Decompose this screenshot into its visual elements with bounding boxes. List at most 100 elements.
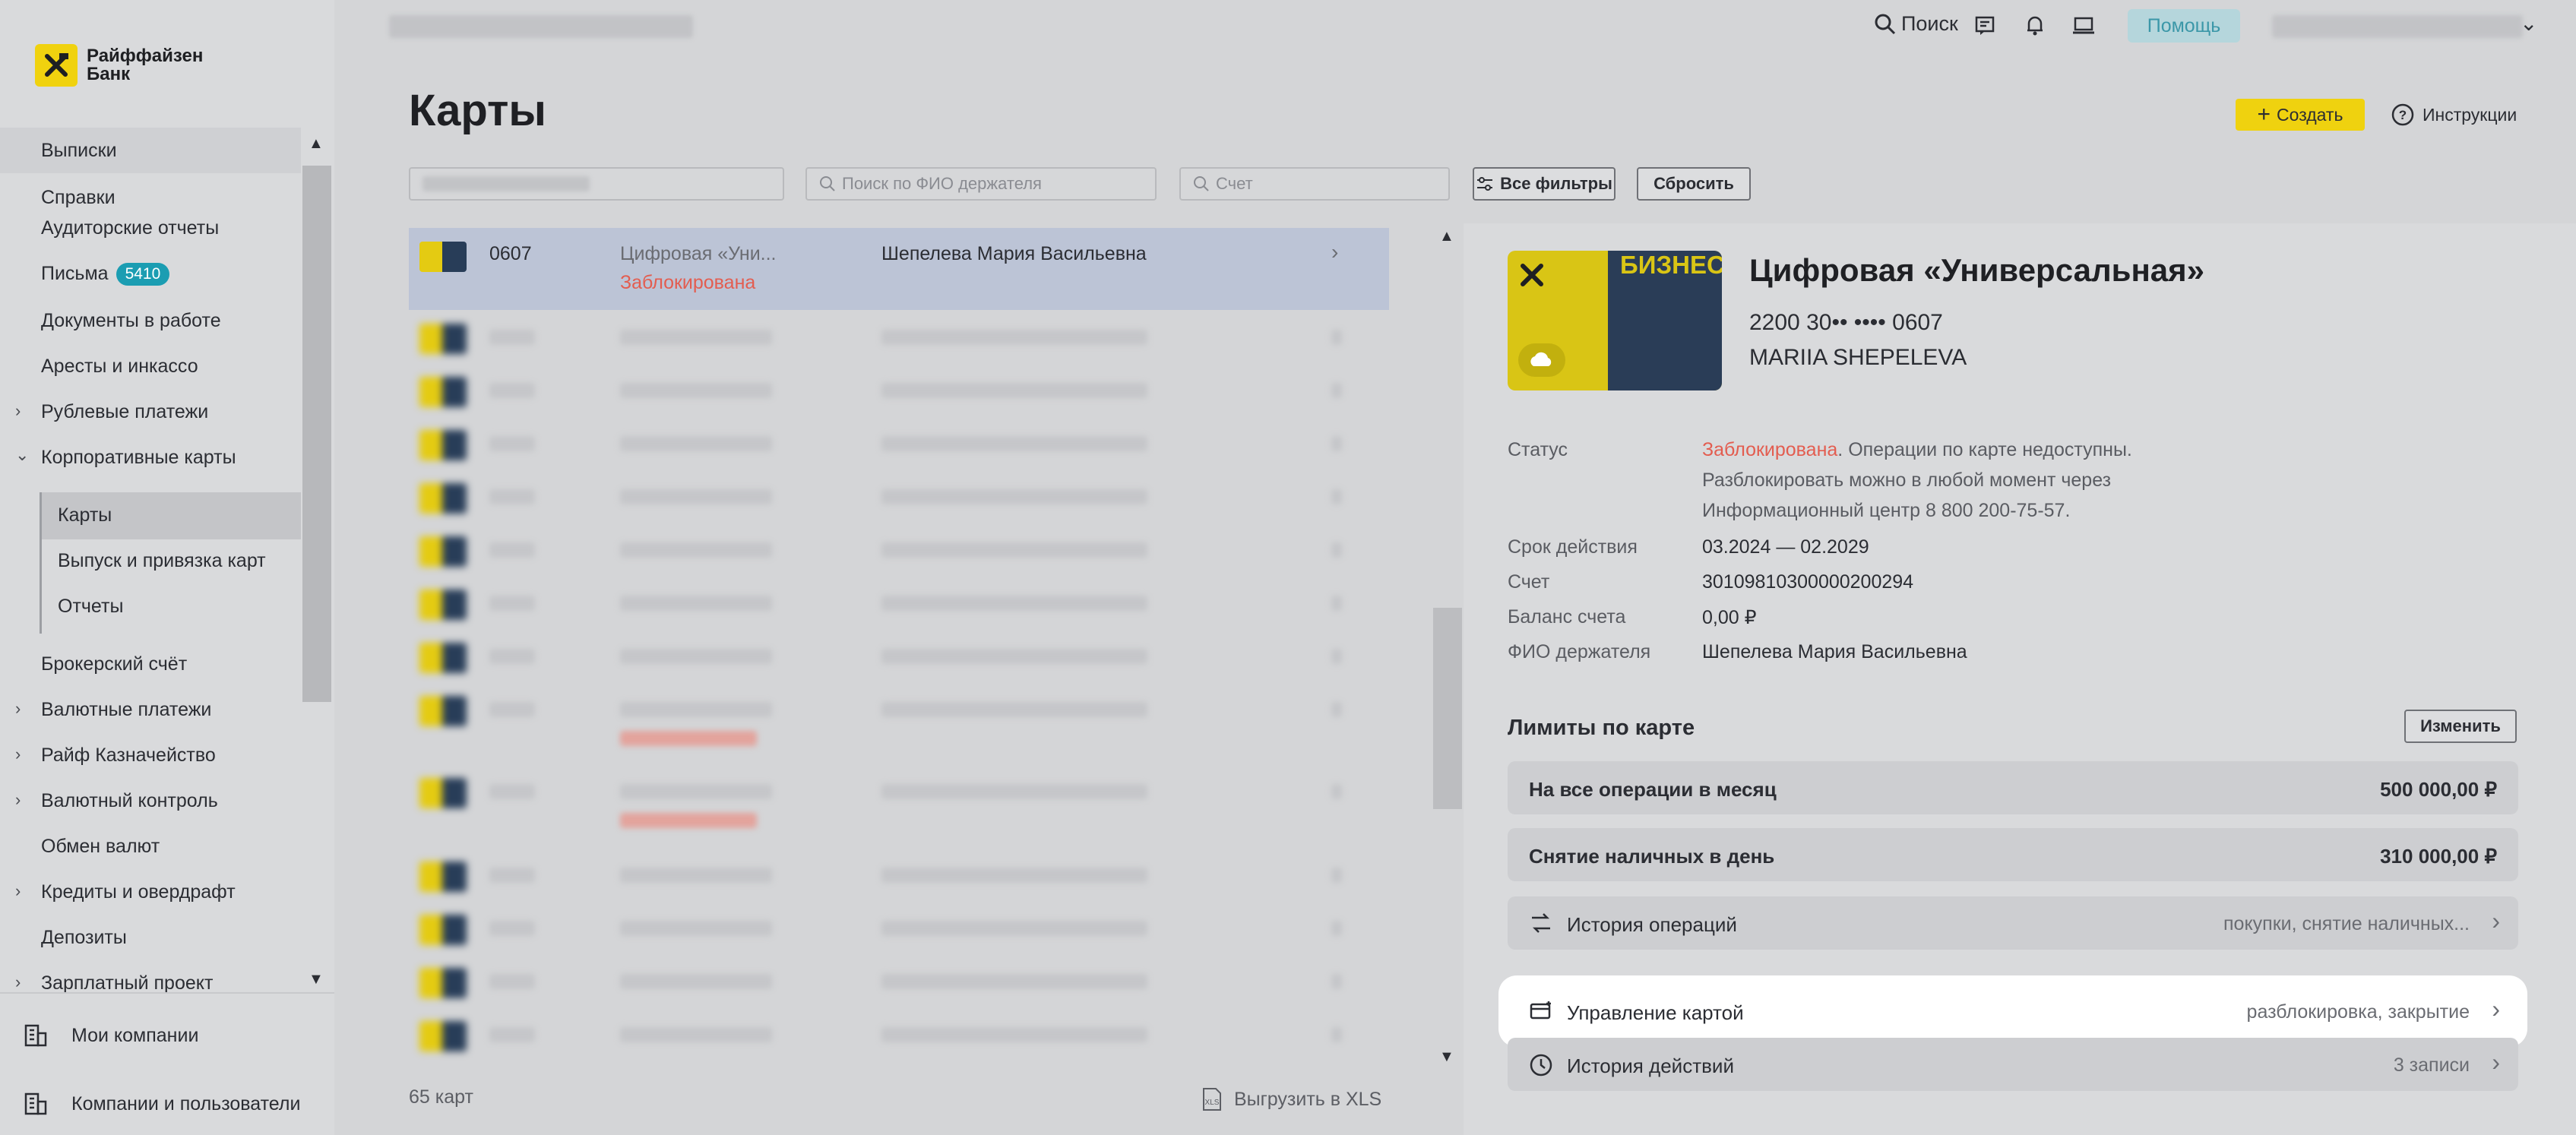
card-thumbnail: [419, 643, 467, 673]
messages-icon[interactable]: [1974, 15, 1995, 40]
account-filter-select[interactable]: [409, 167, 784, 201]
blurred-text: [881, 330, 1147, 345]
chevron-right-icon: ›: [15, 790, 21, 809]
blurred-status: [620, 731, 757, 746]
blurred-text: [1331, 436, 1342, 451]
blurred-text: [881, 383, 1147, 398]
bank-logo[interactable]: Райффайзен Банк: [35, 44, 203, 87]
sidebar-item-docs-in-work[interactable]: Документы в работе: [41, 310, 221, 332]
account-search-input[interactable]: Счет: [1179, 167, 1450, 201]
export-xls-link[interactable]: XLS Выгрузить в XLS: [1199, 1086, 1381, 1112]
card-holder-name: Шепелева Мария Васильевна: [881, 243, 1147, 264]
laptop-icon[interactable]: [2071, 15, 2096, 40]
chevron-down-icon: ⌄: [15, 445, 30, 464]
blurred-text: [1331, 649, 1342, 664]
holder-search-placeholder: Поиск по ФИО держателя: [842, 174, 1042, 193]
chevron-right-icon: ›: [15, 699, 21, 718]
sidebar-scrollbar[interactable]: ▲ ▼: [301, 128, 334, 992]
scroll-down-icon[interactable]: ▼: [309, 971, 324, 988]
scroll-up-icon[interactable]: ▲: [1439, 228, 1454, 245]
holder-label: ФИО держателя: [1508, 641, 1651, 662]
limit-cash-daily: Снятие наличных в день 310 000,00 ₽: [1508, 828, 2518, 881]
status-blocked: Заблокирована: [1702, 439, 1838, 460]
sidebar-item-references[interactable]: Справки: [41, 187, 116, 209]
sidebar-item-currency-control[interactable]: Валютный контроль: [41, 790, 218, 812]
status-line2: Разблокировать можно в любой момент чере…: [1702, 469, 2112, 491]
building-icon: [24, 1024, 47, 1047]
holder-search-input[interactable]: Поиск по ФИО держателя: [805, 167, 1157, 201]
change-limits-button[interactable]: Изменить: [2404, 710, 2517, 743]
svg-text:?: ?: [2399, 108, 2407, 122]
blurred-text: [1331, 868, 1342, 883]
card-row[interactable]: [409, 682, 1389, 764]
card-row[interactable]: [409, 764, 1389, 846]
sidebar-item-deposits[interactable]: Депозиты: [41, 927, 127, 949]
scrollbar-thumb[interactable]: [1433, 608, 1462, 809]
blurred-text: [620, 1027, 772, 1042]
blurred-text: [1331, 489, 1342, 504]
blurred-text: [489, 702, 535, 717]
blurred-text: [1331, 1027, 1342, 1042]
chevron-right-icon: ›: [2492, 907, 2500, 934]
global-search-button[interactable]: Поиск: [1874, 12, 1958, 36]
card-thumbnail: [419, 968, 467, 998]
sidebar-item-currency-payments[interactable]: Валютные платежи: [41, 699, 211, 721]
sidebar-item-reports[interactable]: Отчеты: [58, 596, 123, 618]
sidebar-item-credits[interactable]: Кредиты и овердрафт: [41, 881, 236, 903]
blurred-text: [1331, 702, 1342, 717]
card-status: Заблокирована: [620, 272, 756, 293]
scrollbar-thumb[interactable]: [302, 166, 331, 702]
letters-count-badge: 5410: [116, 263, 170, 286]
blurred-text: [881, 489, 1147, 504]
all-filters-button[interactable]: Все фильтры: [1473, 167, 1616, 201]
sidebar-item-corporate-cards[interactable]: Корпоративные карты: [41, 447, 236, 469]
status-line3: Информационный центр 8 800 200-75-57.: [1702, 500, 2071, 521]
blurred-text: [620, 784, 772, 799]
blurred-text: [489, 489, 535, 504]
bank-name: Райффайзен Банк: [87, 46, 204, 84]
card-row-selected[interactable]: 0607 Цифровая «Уни... Шепелева Мария Вас…: [409, 228, 1389, 310]
sidebar-item-card-issue[interactable]: Выпуск и привязка карт: [58, 550, 266, 572]
blurred-text: [489, 974, 535, 989]
sidebar-item-cards[interactable]: Карты: [58, 504, 112, 526]
list-scrollbar[interactable]: ▲ ▼: [1433, 228, 1462, 1071]
sidebar-item-fx-exchange[interactable]: Обмен валют: [41, 836, 160, 858]
bell-icon[interactable]: [2024, 14, 2046, 40]
reset-button[interactable]: Сбросить: [1637, 167, 1751, 201]
blurred-text: [489, 542, 535, 558]
my-companies-link[interactable]: Мои компании: [23, 1023, 198, 1048]
balance-label: Баланс счета: [1508, 606, 1626, 628]
sidebar-item-letters[interactable]: Письма 5410: [41, 263, 170, 286]
sidebar-item-statements[interactable]: Выписки: [41, 140, 117, 162]
user-name-blurred[interactable]: [2272, 15, 2523, 38]
sidebar: Райффайзен Банк Выписки Справки Аудиторс…: [0, 0, 334, 1135]
limit-value: 500 000,00 ₽: [2380, 778, 2497, 801]
blurred-text: [881, 649, 1147, 664]
chevron-down-icon[interactable]: ⌄: [2520, 11, 2537, 36]
sidebar-item-treasury[interactable]: Райф Казначейство: [41, 745, 216, 767]
xls-file-icon: XLS: [1203, 1088, 1221, 1111]
sidebar-item-ruble-payments[interactable]: Рублевые платежи: [41, 401, 208, 423]
actions-history-row[interactable]: История действий 3 записи ›: [1508, 1038, 2518, 1091]
company-name-blurred[interactable]: [389, 15, 693, 38]
instructions-link[interactable]: ? Инструкции: [2391, 99, 2517, 131]
blurred-text: [489, 868, 535, 883]
create-button[interactable]: + Создать: [2236, 99, 2365, 131]
scroll-up-icon[interactable]: ▲: [309, 135, 324, 153]
card-row[interactable]: [409, 1007, 1389, 1079]
limit-label: На все операции в месяц: [1529, 778, 1777, 801]
blurred-text: [1331, 974, 1342, 989]
search-icon: [1875, 14, 1896, 34]
help-button[interactable]: Помощь: [2128, 9, 2240, 43]
companies-users-link[interactable]: Компании и пользователи: [23, 1091, 300, 1117]
sidebar-item-audit-reports[interactable]: Аудиторские отчеты: [41, 217, 219, 239]
operations-history-row[interactable]: История операций покупки, снятие наличны…: [1508, 896, 2518, 950]
sidebar-item-salary[interactable]: Зарплатный проект: [41, 972, 213, 992]
sidebar-item-label: Письма: [41, 263, 109, 284]
card-list: 0607 Цифровая «Уни... Шепелева Мария Вас…: [409, 228, 1389, 1079]
scroll-down-icon[interactable]: ▼: [1439, 1048, 1454, 1066]
sidebar-item-brokerage[interactable]: Брокерский счёт: [41, 653, 187, 675]
manage-card-row[interactable]: Управление картой разблокировка, закрыти…: [1508, 985, 2518, 1038]
card-thumbnail: [419, 242, 467, 272]
sidebar-item-arrests[interactable]: Аресты и инкассо: [41, 356, 198, 378]
